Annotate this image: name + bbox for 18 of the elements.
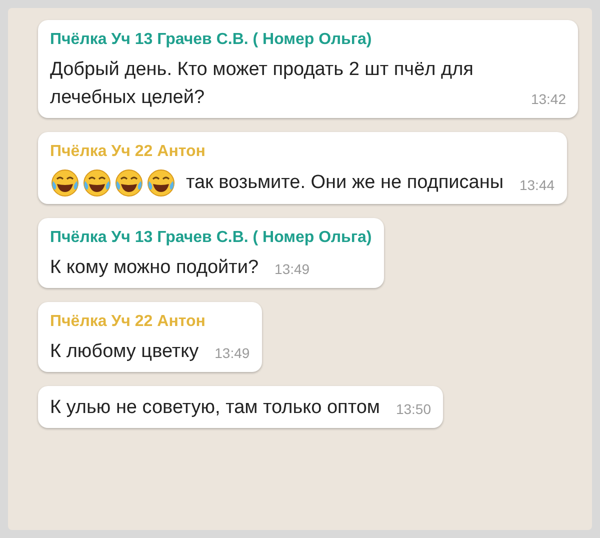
sender-name: Пчёлка Уч 22 Антон [50, 312, 206, 332]
message-text: К улью не советую, там только оптом [50, 396, 380, 420]
laughing-face-icon [146, 168, 176, 198]
sender-name: Пчёлка Уч 22 Антон [50, 142, 206, 162]
laughing-face-icon [50, 168, 80, 198]
message-time: 13:42 [530, 90, 566, 109]
message-time: 13:44 [519, 176, 555, 195]
message-time: 13:50 [396, 400, 432, 419]
message-text: Добрый день. Кто может продать 2 шт пчёл для лечебных целей? [50, 58, 474, 110]
message-text: так возьмите. Они же не подписаны [186, 171, 504, 195]
message-time: 13:49 [274, 260, 310, 279]
sender-name: Пчёлка Уч 13 Грачев С.В. ( Номер Ольга) [50, 228, 372, 248]
message-time: 13:49 [214, 344, 250, 363]
laughing-face-icon [114, 168, 144, 198]
message-text: К любому цветку [50, 340, 199, 364]
message-text: К кому можно подойти? [50, 256, 259, 280]
laughing-face-icon [82, 168, 112, 198]
sender-name: Пчёлка Уч 13 Грачев С.В. ( Номер Ольга) [50, 30, 373, 50]
